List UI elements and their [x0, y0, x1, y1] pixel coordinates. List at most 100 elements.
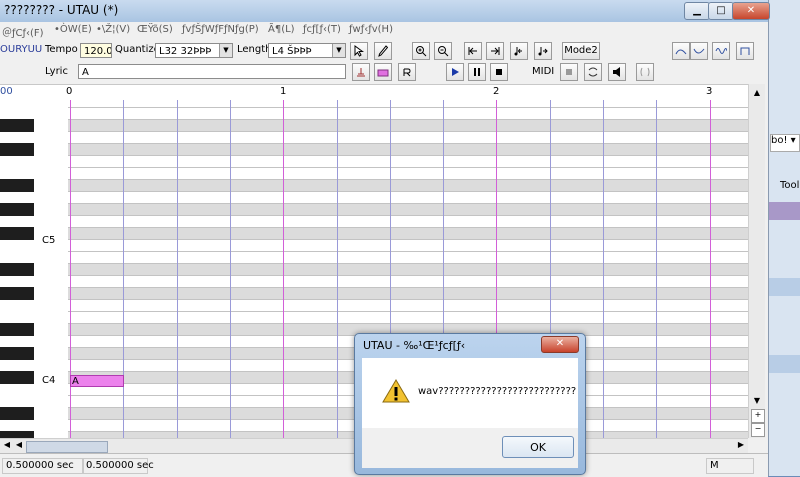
- menu-help[interactable]: ƒwƒ‹ƒv(H): [349, 24, 393, 35]
- play-button[interactable]: [446, 63, 464, 81]
- vertical-scrollbar[interactable]: ▲ ▼ + −: [748, 84, 765, 438]
- tool-button-4[interactable]: [736, 42, 754, 60]
- ok-button[interactable]: OK: [502, 436, 574, 458]
- pointer-tool-button[interactable]: [350, 42, 368, 60]
- arrow-left-bar-icon: [468, 47, 477, 55]
- measure-line: [710, 100, 711, 438]
- scroll-thumb[interactable]: [26, 441, 108, 453]
- piano-keyboard[interactable]: C5 C4: [0, 100, 68, 438]
- scroll-left-icon[interactable]: ◀: [14, 440, 24, 449]
- measure-line: [283, 100, 284, 438]
- midi-record-button[interactable]: [560, 63, 578, 81]
- grid-row-shaded: [68, 287, 748, 299]
- length-select[interactable]: L4 ŠÞÞÞ ▼: [268, 43, 346, 58]
- insert-note-button[interactable]: [352, 63, 370, 81]
- insert-icon: [357, 68, 365, 77]
- status-mode: M: [706, 458, 754, 474]
- tempo-label: Tempo: [45, 44, 78, 55]
- menu-tools[interactable]: ƒcƒ[ƒ‹(T): [303, 24, 341, 35]
- bg-row: [768, 278, 800, 296]
- go-start-button[interactable]: [464, 42, 482, 60]
- tool-button-1[interactable]: [672, 42, 690, 60]
- grid-row-line: [68, 287, 748, 288]
- cursor-icon: [354, 45, 364, 57]
- stop-icon: [496, 69, 502, 75]
- black-key[interactable]: [0, 431, 34, 438]
- dialog-close-button[interactable]: ✕: [541, 336, 579, 353]
- beat-line: [337, 100, 338, 438]
- bg-dropdown-label: bo!: [771, 135, 788, 146]
- grid-row-shaded: [68, 143, 748, 155]
- menu-file[interactable]: ＠ƒCƒ‹(F): [2, 24, 44, 39]
- tool-button-2[interactable]: [690, 42, 708, 60]
- black-key[interactable]: [0, 371, 34, 384]
- reset-button[interactable]: [398, 63, 416, 81]
- maximize-button[interactable]: □: [708, 2, 734, 20]
- scroll-up-icon[interactable]: ▲: [751, 88, 763, 97]
- midi-wave-icon: [588, 67, 598, 77]
- menu-edit[interactable]: •ÒW(E): [54, 24, 92, 35]
- black-key[interactable]: [0, 119, 34, 132]
- bg-row: [768, 355, 800, 373]
- grid-row-line: [68, 131, 748, 132]
- menu-search[interactable]: ŒŸõ(S): [137, 24, 173, 35]
- shrink-note-button[interactable]: [510, 42, 528, 60]
- pencil-tool-button[interactable]: [374, 42, 392, 60]
- minimize-button[interactable]: ▁: [684, 2, 710, 20]
- black-key[interactable]: [0, 227, 34, 240]
- menu-bar: ＠ƒCƒ‹(F) •ÒW(E) •\Ž¦(V) ŒŸõ(S) ƒvƒŠƒWƒFƒ…: [0, 22, 768, 40]
- scroll-down-icon[interactable]: ▼: [751, 396, 763, 405]
- measure-0-label: 0: [66, 86, 73, 97]
- scroll-left-icon[interactable]: ◀: [2, 440, 12, 449]
- curve-tool-icon: [675, 49, 687, 55]
- black-key[interactable]: [0, 143, 34, 156]
- black-key[interactable]: [0, 407, 34, 420]
- beat-line: [123, 100, 124, 438]
- grid-row-shaded: [68, 227, 748, 239]
- mode2-button[interactable]: Mode2: [562, 42, 600, 60]
- lyric-input[interactable]: A: [78, 64, 346, 79]
- mute-button[interactable]: [636, 63, 654, 81]
- tempo-input[interactable]: 120.0: [80, 43, 112, 58]
- grid-row-line: [68, 179, 748, 180]
- zoom-plus-icon[interactable]: +: [751, 409, 765, 423]
- pause-button[interactable]: [468, 63, 486, 81]
- grid-row-line: [68, 275, 748, 276]
- black-key[interactable]: [0, 347, 34, 360]
- menu-project[interactable]: ƒvƒŠƒWƒFƒNƒg(P): [182, 24, 259, 35]
- quantize-select[interactable]: L32 32ÞÞÞ ▼: [155, 43, 233, 58]
- go-end-button[interactable]: [486, 42, 504, 60]
- black-key[interactable]: [0, 203, 34, 216]
- key-label-c5: C5: [42, 235, 56, 246]
- grid-row-line: [68, 323, 748, 324]
- scroll-right-icon[interactable]: ▶: [736, 440, 746, 449]
- bg-highlight-row: [768, 202, 800, 220]
- close-button[interactable]: ✕: [732, 2, 770, 20]
- black-key[interactable]: [0, 179, 34, 192]
- menu-view[interactable]: •\Ž¦(V): [96, 24, 130, 35]
- background-window: bo! ▾ Tool: [768, 0, 800, 476]
- midi-settings-button[interactable]: [584, 63, 602, 81]
- menu-voice[interactable]: Ã¶(L): [268, 24, 295, 35]
- zoom-in-button[interactable]: [412, 42, 430, 60]
- chevron-down-icon: ▼: [332, 44, 345, 57]
- tool-button-3[interactable]: [712, 42, 730, 60]
- grid-row-shaded: [68, 119, 748, 131]
- ruler-offset: 00: [0, 86, 13, 97]
- grid-row-line: [68, 251, 748, 252]
- zoom-out-button[interactable]: [434, 42, 452, 60]
- zoom-minus-icon[interactable]: −: [751, 423, 765, 437]
- measure-ruler[interactable]: 00 0 1 2 3: [0, 84, 748, 101]
- message-dialog: UTAU - ‰¹Œ¹ƒcƒ[ƒ‹ ✕ wav?????????????????…: [354, 333, 586, 475]
- black-key[interactable]: [0, 287, 34, 300]
- black-key[interactable]: [0, 323, 34, 336]
- stretch-note-button[interactable]: [534, 42, 552, 60]
- beat-line: [230, 100, 231, 438]
- volume-button[interactable]: [608, 63, 626, 81]
- stop-button[interactable]: [490, 63, 508, 81]
- measure-2-label: 2: [493, 86, 500, 97]
- black-key[interactable]: [0, 263, 34, 276]
- note-block[interactable]: A: [70, 375, 124, 387]
- color-note-button[interactable]: [374, 63, 392, 81]
- measure-3-label: 3: [706, 86, 713, 97]
